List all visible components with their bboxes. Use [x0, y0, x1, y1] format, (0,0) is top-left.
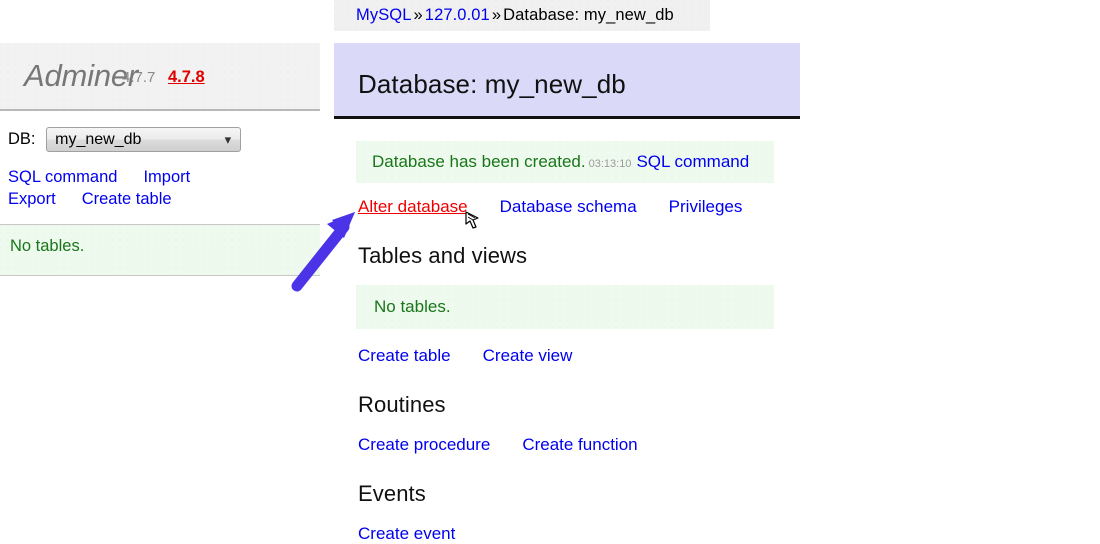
db-select-value: my_new_db: [55, 131, 142, 148]
link-create-view[interactable]: Create view: [483, 346, 573, 365]
sidebar: Adminer 4.7.7 4.7.8 DB: my_new_db ▾ SQL …: [0, 43, 320, 276]
sidebar-link-sql-command[interactable]: SQL command: [8, 168, 117, 186]
tables-no-tables-message: No tables.: [356, 285, 774, 329]
db-select[interactable]: my_new_db ▾: [46, 127, 242, 152]
db-selector-row: DB: my_new_db ▾: [0, 111, 320, 164]
adminer-logo-text: Adminer: [24, 58, 139, 93]
routines-link-row: Create procedure Create function: [358, 435, 800, 455]
link-create-table[interactable]: Create table: [358, 346, 451, 365]
sidebar-link-list: SQL command Import Export Create table: [0, 164, 320, 220]
db-label: DB:: [8, 130, 36, 148]
sidebar-no-tables-message: No tables.: [0, 224, 320, 276]
breadcrumb-separator-1: »: [413, 6, 423, 24]
version-current: 4.7.7: [122, 69, 156, 86]
section-heading-tables-and-views: Tables and views: [358, 243, 528, 268]
version-update-link[interactable]: 4.7.8: [168, 68, 205, 87]
chevron-down-icon: ▾: [224, 132, 232, 147]
database-action-links: Alter database Database schema Privileges: [358, 197, 800, 217]
breadcrumb: MySQL» 127.0.01» Database: my_new_db: [334, 0, 710, 31]
status-message-sql-command-link[interactable]: SQL command: [636, 152, 749, 171]
breadcrumb-host-link[interactable]: 127.0.01: [425, 6, 490, 24]
adminer-logo-box: Adminer 4.7.7 4.7.8: [0, 43, 320, 111]
status-message-text: Database has been created.: [372, 152, 586, 171]
breadcrumb-current: Database: my_new_db: [503, 6, 674, 24]
link-alter-database[interactable]: Alter database: [358, 197, 468, 216]
section-heading-events: Events: [358, 481, 426, 506]
main-content: Database: my_new_db Database has been cr…: [334, 43, 800, 544]
link-database-schema[interactable]: Database schema: [500, 197, 637, 216]
page-title: Database: my_new_db: [334, 43, 800, 119]
status-message-time: 03:13:10: [588, 158, 632, 170]
breadcrumb-server-link[interactable]: MySQL: [356, 6, 412, 24]
link-create-event[interactable]: Create event: [358, 524, 455, 543]
breadcrumb-separator-2: »: [491, 6, 502, 24]
link-privileges[interactable]: Privileges: [669, 197, 743, 216]
sidebar-link-create-table[interactable]: Create table: [82, 190, 172, 208]
link-create-procedure[interactable]: Create procedure: [358, 435, 490, 454]
sidebar-link-export[interactable]: Export: [8, 190, 56, 208]
tables-link-row: Create table Create view: [358, 346, 800, 366]
events-link-row: Create event: [358, 524, 800, 544]
section-heading-routines: Routines: [358, 392, 446, 417]
status-message: Database has been created. 03:13:10 SQL co…: [356, 141, 774, 183]
link-create-function[interactable]: Create function: [522, 435, 637, 454]
sidebar-link-import[interactable]: Import: [143, 168, 190, 186]
